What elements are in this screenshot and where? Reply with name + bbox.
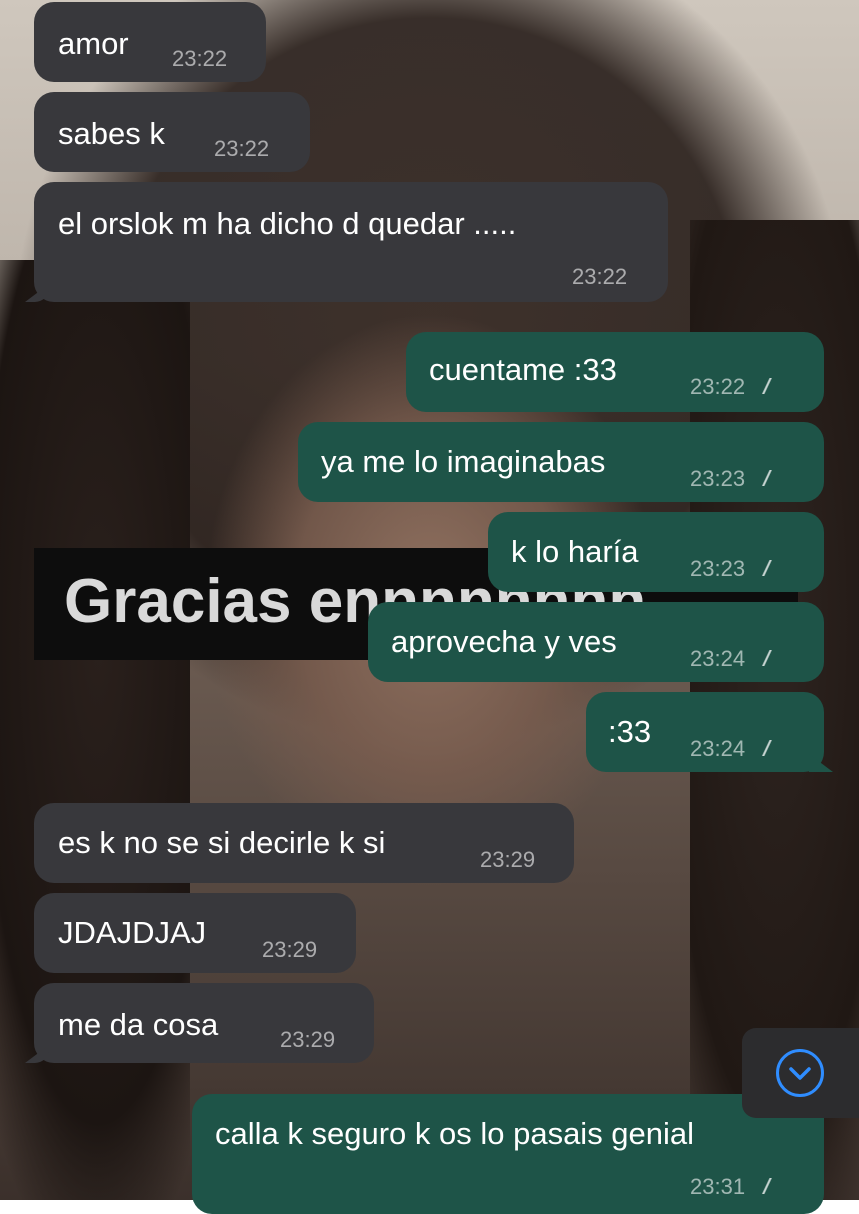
incoming-message[interactable]: JDAJDJAJ 23:29 — [34, 893, 356, 973]
message-text: me da cosa — [58, 1007, 219, 1042]
incoming-message[interactable]: amor 23:22 — [34, 2, 266, 82]
outgoing-message[interactable]: k lo haría 23:23 // — [488, 512, 824, 592]
incoming-message[interactable]: sabes k 23:22 — [34, 92, 310, 172]
outgoing-message[interactable]: calla k seguro k os lo pasais genial 23:… — [192, 1094, 824, 1214]
message-text: k lo haría — [511, 534, 639, 569]
message-list[interactable]: amor 23:22 sabes k 23:22 el orslok m ha … — [0, 0, 859, 1214]
message-time: 23:22 — [214, 136, 270, 161]
message-time: 23:29 — [480, 847, 536, 872]
message-time: 23:29 — [280, 1027, 336, 1052]
message-time: 23:22 — [572, 264, 628, 289]
message-text: el orslok m ha dicho d quedar ..... — [58, 206, 517, 241]
message-text: aprovecha y ves — [391, 624, 617, 659]
message-text: :33 — [608, 714, 652, 749]
outgoing-message[interactable]: ya me lo imaginabas 23:23 // — [298, 422, 824, 502]
outgoing-message[interactable]: cuentame :33 23:22 // — [406, 332, 824, 412]
outgoing-message[interactable]: aprovecha y ves 23:24 // — [368, 602, 824, 682]
message-text: sabes k — [58, 116, 165, 151]
message-text: JDAJDJAJ — [58, 915, 207, 950]
message-text: calla k seguro k os lo pasais genial — [215, 1116, 695, 1151]
outgoing-message[interactable]: :33 23:24 // — [586, 692, 824, 772]
scroll-down-circle — [776, 1049, 824, 1097]
message-time: 23:29 — [262, 937, 318, 962]
message-text: ya me lo imaginabas — [321, 444, 606, 479]
incoming-message[interactable]: el orslok m ha dicho d quedar ..... 23:2… — [34, 182, 668, 302]
incoming-message[interactable]: es k no se si decirle k si 23:29 — [34, 803, 574, 883]
scroll-to-bottom-button[interactable] — [742, 1028, 859, 1118]
chevron-down-icon — [789, 1067, 811, 1080]
message-text: cuentame :33 — [429, 352, 617, 387]
message-time: 23:24 — [690, 646, 746, 671]
message-text: es k no se si decirle k si — [58, 825, 386, 860]
message-time: 23:22 — [172, 46, 228, 71]
message-text: amor — [58, 26, 129, 61]
message-time: 23:23 — [690, 466, 746, 491]
incoming-message[interactable]: me da cosa 23:29 — [34, 983, 374, 1063]
message-time: 23:23 — [690, 556, 746, 581]
message-time: 23:22 — [690, 374, 746, 399]
message-time: 23:31 — [690, 1174, 746, 1199]
message-time: 23:24 — [690, 736, 746, 761]
